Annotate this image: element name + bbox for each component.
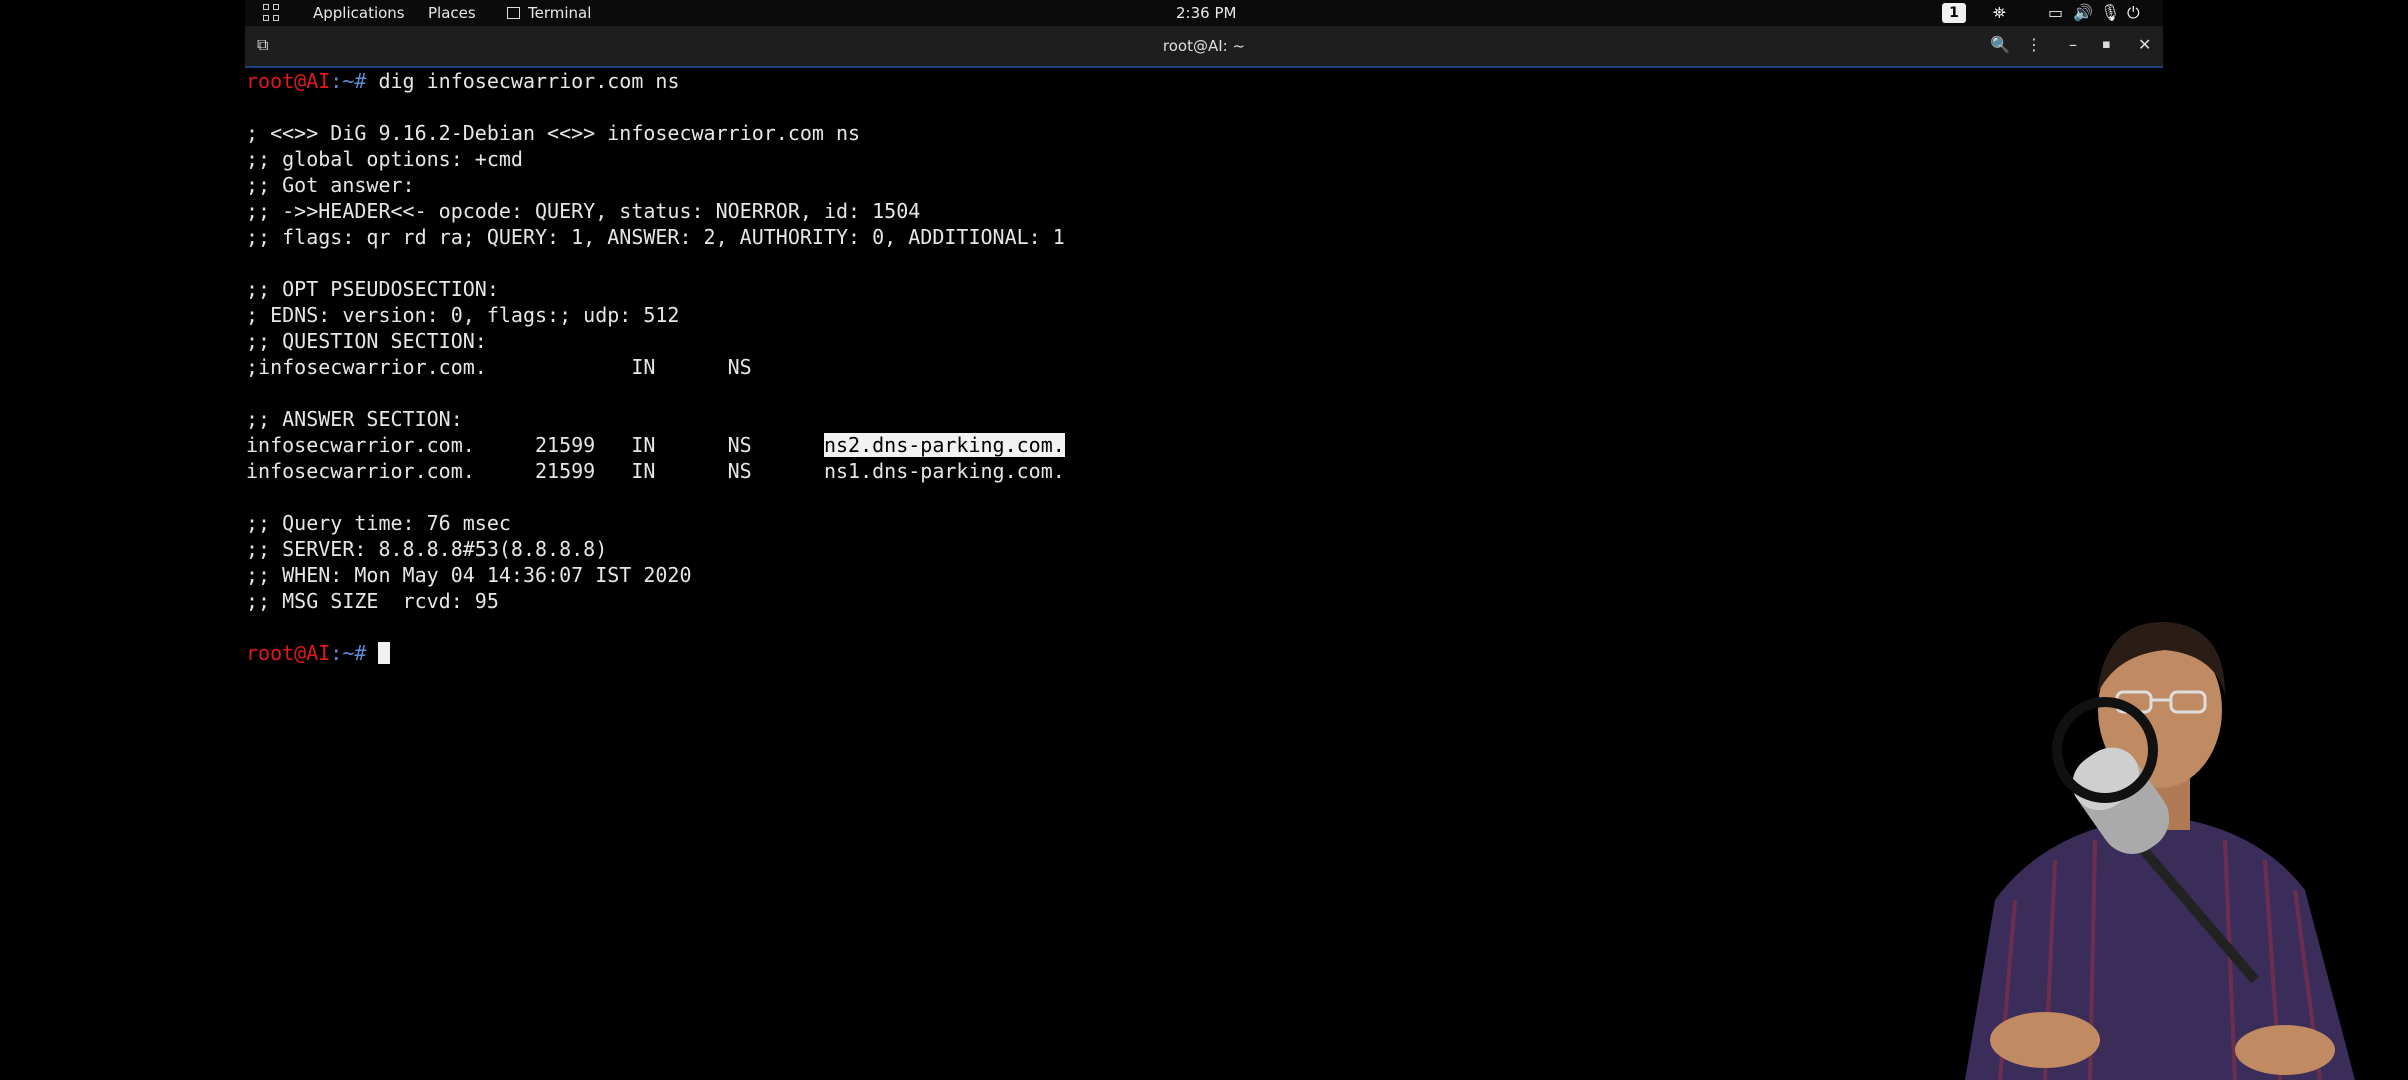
prompt-user: root@AI [246, 69, 331, 93]
terminal-menu[interactable]: Terminal [507, 4, 591, 22]
prompt-path: :~# [330, 641, 367, 665]
terminal-menu-label: Terminal [528, 4, 592, 22]
command-line: root@AI:~# dig infosecwarrior.com ns [246, 68, 680, 94]
output-line: ;; ->>HEADER<<- opcode: QUERY, status: N… [246, 199, 921, 223]
apps-grid-icon[interactable] [263, 4, 281, 22]
terminal-icon [507, 7, 520, 19]
close-icon[interactable]: ✕ [2138, 35, 2151, 54]
screen-icon[interactable]: ▭ [2048, 3, 2063, 22]
text-cursor [378, 642, 391, 664]
output-line: ;; ANSWER SECTION: [246, 407, 463, 431]
clock[interactable]: 2:36 PM [1176, 4, 1236, 22]
presenter-video-overlay [1925, 600, 2408, 1080]
output-line: ;; flags: qr rd ra; QUERY: 1, ANSWER: 2,… [246, 225, 1065, 249]
output-line: ; EDNS: version: 0, flags:; udp: 512 [246, 303, 680, 327]
output-line: ;; global options: +cmd [246, 147, 523, 171]
answer-line-1: infosecwarrior.com. 21599 IN NS ns2.dns-… [246, 432, 1065, 458]
prompt-path: :~# [330, 69, 367, 93]
output-line: ;; MSG SIZE rcvd: 95 [246, 589, 499, 613]
power-icon[interactable]: ⏻ [2127, 3, 2140, 23]
answer-line-2: infosecwarrior.com. 21599 IN NS ns1.dns-… [246, 459, 1065, 483]
top-panel: Applications Places Terminal 2:36 PM 1 ⛯… [245, 0, 2163, 26]
output-line: ;infosecwarrior.com. IN NS [246, 355, 752, 379]
output-line: ;; Got answer: [246, 173, 415, 197]
microphone-icon[interactable]: 🎙 [2100, 3, 2120, 22]
active-prompt-line[interactable]: root@AI:~# [246, 640, 391, 666]
output-line: ;; QUESTION SECTION: [246, 329, 487, 353]
minimize-icon[interactable]: – [2069, 35, 2077, 54]
output-line: ;; WHEN: Mon May 04 14:36:07 IST 2020 [246, 563, 692, 587]
terminal-titlebar: ⧉ root@AI: ~ 🔍 ⋮ – ▪ ✕ [245, 26, 2163, 66]
volume-icon[interactable]: 🔊 [2073, 3, 2093, 22]
output-line: ;; Query time: 76 msec [246, 511, 511, 535]
answer-line-1-prefix: infosecwarrior.com. 21599 IN NS [246, 433, 824, 457]
output-line: ;; SERVER: 8.8.8.8#53(8.8.8.8) [246, 537, 608, 561]
window-title: root@AI: ~ [1162, 37, 1246, 55]
output-line: ;; OPT PSEUDOSECTION: [246, 277, 499, 301]
places-menu[interactable]: Places [428, 4, 476, 22]
command-text: dig infosecwarrior.com ns [366, 69, 680, 93]
menu-icon[interactable]: ⋮ [2026, 35, 2042, 54]
network-icon[interactable]: ⛯ [1993, 3, 2006, 23]
applications-menu[interactable]: Applications [313, 4, 405, 22]
output-line: ; <<>> DiG 9.16.2-Debian <<>> infosecwar… [246, 121, 861, 145]
search-icon[interactable]: 🔍 [1990, 35, 2010, 54]
workspace-indicator[interactable]: 1 [1942, 3, 1966, 23]
desktop-screen: Applications Places Terminal 2:36 PM 1 ⛯… [245, 0, 2408, 1080]
terminal-output[interactable]: root@AI:~# dig infosecwarrior.com ns ; <… [245, 68, 2163, 1080]
prompt-user: root@AI [246, 641, 331, 665]
maximize-icon[interactable]: ▪ [2102, 37, 2111, 52]
selected-text[interactable]: ns2.dns-parking.com. [823, 433, 1065, 457]
